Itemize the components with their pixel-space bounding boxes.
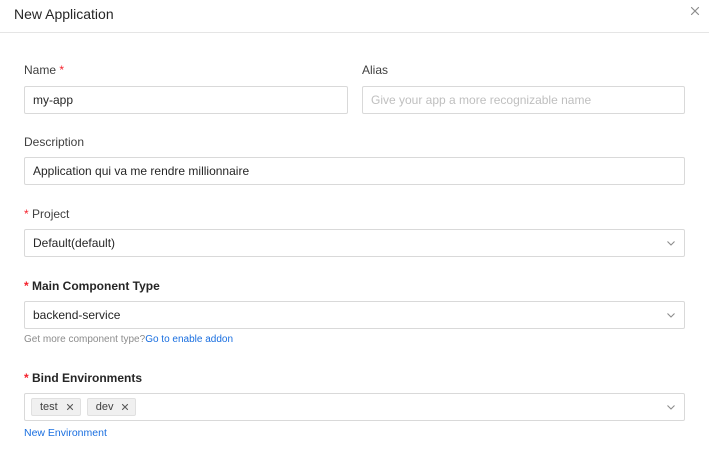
alias-label: Alias [362,63,389,77]
component-type-label: * Main Component Type [24,279,160,293]
required-mark: * [24,207,29,221]
project-label-text: Project [32,207,70,221]
project-selected-value: Default(default) [33,236,116,250]
project-label: * Project [24,207,69,221]
close-icon[interactable] [688,4,702,18]
chevron-down-icon [666,238,676,248]
environment-tags: test dev [31,398,666,416]
environment-tag-label: test [40,401,58,413]
alias-input[interactable] [362,86,685,114]
environment-tag-test: test [31,398,81,416]
component-type-hint-text: Get more component type? [24,334,146,345]
name-label: Name * [24,63,64,77]
name-input[interactable] [24,86,348,114]
chevron-down-icon [666,402,676,412]
description-input[interactable] [24,157,685,185]
dialog-header: New Application [0,0,709,33]
enable-addon-link[interactable]: Go to enable addon [145,334,233,345]
project-select[interactable]: Default(default) [24,229,685,257]
required-mark: * [24,279,29,293]
tag-close-icon[interactable] [66,403,74,411]
environments-select[interactable]: test dev [24,393,685,421]
environments-label: * Bind Environments [24,371,142,385]
new-environment-link[interactable]: New Environment [24,427,107,439]
component-type-label-text: Main Component Type [32,279,160,293]
name-label-text: Name [24,63,57,77]
component-type-select[interactable]: backend-service [24,301,685,329]
dialog-title: New Application [14,6,114,22]
required-mark: * [24,371,29,385]
required-mark: * [59,63,65,77]
tag-close-icon[interactable] [121,403,129,411]
new-application-dialog: New Application Name * Alias Description… [0,0,709,465]
environment-tag-label: dev [95,401,114,413]
component-type-hint: Get more component type?Go to enable add… [24,334,233,346]
environment-tag-dev: dev [86,398,137,416]
description-label: Description [24,135,85,149]
chevron-down-icon [666,310,676,320]
environments-label-text: Bind Environments [32,371,143,385]
component-type-selected-value: backend-service [33,308,121,322]
